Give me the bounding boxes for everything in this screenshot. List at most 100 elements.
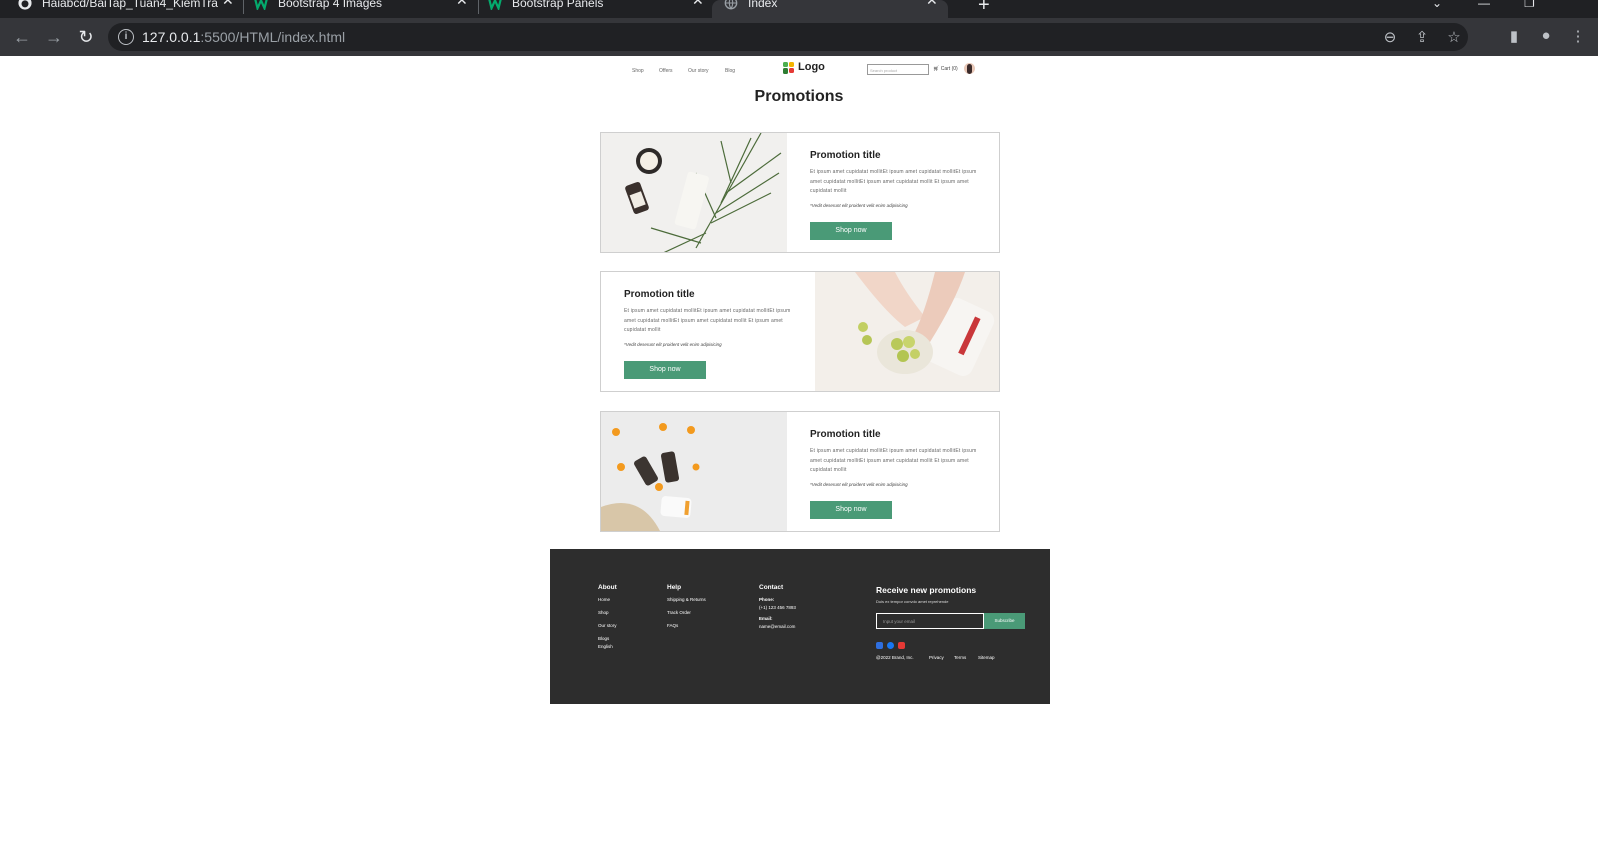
footer-link-our-story[interactable]: Our story xyxy=(598,623,617,628)
footer-help: Help Shipping & Returns Track Order FAQs xyxy=(667,584,706,636)
terms-link[interactable]: Terms xyxy=(954,655,966,660)
reload-icon[interactable]: ↻ xyxy=(74,25,98,49)
nav-our-story[interactable]: Our story xyxy=(688,68,709,74)
search-input[interactable]: Search product xyxy=(867,64,929,75)
side-panel-icon[interactable]: ▮ xyxy=(1504,27,1524,45)
web-page: Shop Offers Our story Blog Logo Search p… xyxy=(0,56,1598,845)
shop-now-button[interactable]: Shop now xyxy=(810,501,892,519)
promotion-note: *Vedit deserunt elit proident velit enim… xyxy=(810,203,908,208)
url-path: :5500/HTML/index.html xyxy=(200,29,346,45)
close-icon[interactable]: ✕ xyxy=(926,0,938,7)
tab-index[interactable]: Index ✕ xyxy=(712,0,948,18)
nav-shop[interactable]: Shop xyxy=(632,68,644,74)
nav-blog[interactable]: Blog xyxy=(725,68,735,74)
tab-bootstrap-panels[interactable]: Bootstrap Panels ✕ xyxy=(488,0,710,18)
tab-strip: Haiabcd/BaiTap_Tuan4_KiemTra ✕ Bootstrap… xyxy=(0,0,1598,18)
logo-mark-icon xyxy=(783,62,794,74)
avatar[interactable] xyxy=(964,63,975,74)
shop-now-button[interactable]: Shop now xyxy=(624,361,706,379)
promo-subtext: Duis ex tempor convdo amet reprehende xyxy=(876,599,949,604)
copyright: @2022 Brand, Inc. xyxy=(876,655,914,660)
tab-github[interactable]: Haiabcd/BaiTap_Tuan4_KiemTra ✕ xyxy=(18,0,240,18)
promotion-body: Promotion title Et ipsum amet cupidatat … xyxy=(787,412,999,531)
footer-heading: Help xyxy=(667,584,682,591)
minimize-icon[interactable]: — xyxy=(1478,0,1490,10)
close-icon[interactable]: ✕ xyxy=(456,0,468,7)
share-icon[interactable]: ⇪ xyxy=(1412,28,1432,46)
footer-link-track-order[interactable]: Track Order xyxy=(667,610,706,615)
url-text[interactable]: 127.0.0.1:5500/HTML/index.html xyxy=(142,29,345,45)
tab-bootstrap-images[interactable]: Bootstrap 4 Images ✕ xyxy=(254,0,476,18)
logo-text: Logo xyxy=(798,61,825,73)
footer-link-blogs[interactable]: Blogs xyxy=(598,636,617,641)
promotion-description: Et ipsum amet cupidatat mollitEt ipsum a… xyxy=(624,308,791,333)
close-icon[interactable]: ✕ xyxy=(222,0,234,7)
footer-link-home[interactable]: Home xyxy=(598,597,617,602)
promotion-image xyxy=(601,133,787,252)
new-tab-icon[interactable]: + xyxy=(978,0,990,17)
email-input[interactable]: Input your email xyxy=(876,613,984,629)
tab-label: Bootstrap 4 Images xyxy=(278,0,383,10)
info-icon[interactable]: i xyxy=(118,29,134,45)
email-address: name@email.com xyxy=(759,624,796,629)
tab-search-icon[interactable]: ⌄ xyxy=(1432,0,1442,10)
email-label: Email: xyxy=(759,616,773,621)
footer-heading: Contact xyxy=(759,584,784,591)
address-bar[interactable]: i 127.0.0.1:5500/HTML/index.html ⊖ ⇪ ☆ xyxy=(108,23,1468,51)
subscribe-button[interactable]: Subscribe xyxy=(984,613,1025,629)
youtube-icon[interactable] xyxy=(898,642,905,649)
promotion-body: Promotion title Et ipsum amet cupidatat … xyxy=(787,133,999,252)
promotion-body: Promotion title Et ipsum amet cupidatat … xyxy=(601,272,815,391)
w3schools-icon xyxy=(254,0,268,10)
linkedin-icon[interactable] xyxy=(876,642,883,649)
footer-link-shop[interactable]: Shop xyxy=(598,610,617,615)
nav-offers[interactable]: Offers xyxy=(659,68,673,74)
promotion-card: Promotion title Et ipsum amet cupidatat … xyxy=(600,271,1000,392)
promotion-note: *Vedit deserunt elit proident velit enim… xyxy=(624,342,722,347)
promotion-image xyxy=(601,412,787,531)
phone-number: (+1) 123 456 7893 xyxy=(759,605,796,610)
cart-link[interactable]: 🛒︎ Cart (0) xyxy=(933,66,958,72)
close-icon[interactable]: ✕ xyxy=(692,0,704,7)
phone-label: Phone: xyxy=(759,597,775,602)
promotion-image xyxy=(815,272,999,391)
promotion-description: Et ipsum amet cupidatat mollitEt ipsum a… xyxy=(810,169,977,194)
promotion-title: Promotion title xyxy=(810,150,881,161)
promotion-title: Promotion title xyxy=(624,289,695,300)
url-host: 127.0.0.1 xyxy=(142,29,201,45)
tab-divider xyxy=(478,0,479,14)
footer: About Home Shop Our story Blogs English … xyxy=(550,549,1050,704)
footer-link-shipping[interactable]: Shipping & Returns xyxy=(667,597,706,602)
shop-now-button[interactable]: Shop now xyxy=(810,222,892,240)
sitemap-link[interactable]: Sitemap xyxy=(978,655,995,660)
footer-link-faqs[interactable]: FAQs xyxy=(667,623,706,628)
cart-icon: 🛒︎ xyxy=(933,66,940,72)
language-selector[interactable]: English xyxy=(598,644,617,649)
globe-icon xyxy=(724,0,738,10)
cart-label: Cart (0) xyxy=(940,66,958,72)
promotion-card: Promotion title Et ipsum amet cupidatat … xyxy=(600,411,1000,532)
footer-heading: About xyxy=(598,584,617,591)
w3schools-icon xyxy=(488,0,502,10)
menu-dots-icon[interactable]: ⋮ xyxy=(1568,27,1588,45)
promotion-note: *Vedit deserunt elit proident velit enim… xyxy=(810,482,908,487)
zoom-out-icon[interactable]: ⊖ xyxy=(1380,28,1400,46)
facebook-icon[interactable] xyxy=(887,642,894,649)
footer-contact: Contact Phone: (+1) 123 456 7893 Email: … xyxy=(759,584,796,632)
promotion-description: Et ipsum amet cupidatat mollitEt ipsum a… xyxy=(810,448,977,473)
promotion-title: Promotion title xyxy=(810,429,881,440)
restore-icon[interactable]: ❐ xyxy=(1524,0,1535,10)
tab-label: Index xyxy=(748,0,778,10)
tab-divider xyxy=(243,0,244,14)
privacy-link[interactable]: Privacy xyxy=(929,655,944,660)
back-arrow-icon[interactable]: ← xyxy=(10,25,34,49)
profile-icon[interactable]: ● xyxy=(1536,27,1556,44)
forward-arrow-icon[interactable]: → xyxy=(42,25,66,49)
page-title: Promotions xyxy=(754,88,844,105)
promotion-card: Promotion title Et ipsum amet cupidatat … xyxy=(600,132,1000,253)
bookmark-star-icon[interactable]: ☆ xyxy=(1444,28,1464,46)
tab-label: Bootstrap Panels xyxy=(512,0,604,10)
tab-label: Haiabcd/BaiTap_Tuan4_KiemTra xyxy=(42,0,218,10)
browser-toolbar: ← → ↻ i 127.0.0.1:5500/HTML/index.html ⊖… xyxy=(0,18,1598,56)
promo-heading: Receive new promotions xyxy=(876,585,977,595)
